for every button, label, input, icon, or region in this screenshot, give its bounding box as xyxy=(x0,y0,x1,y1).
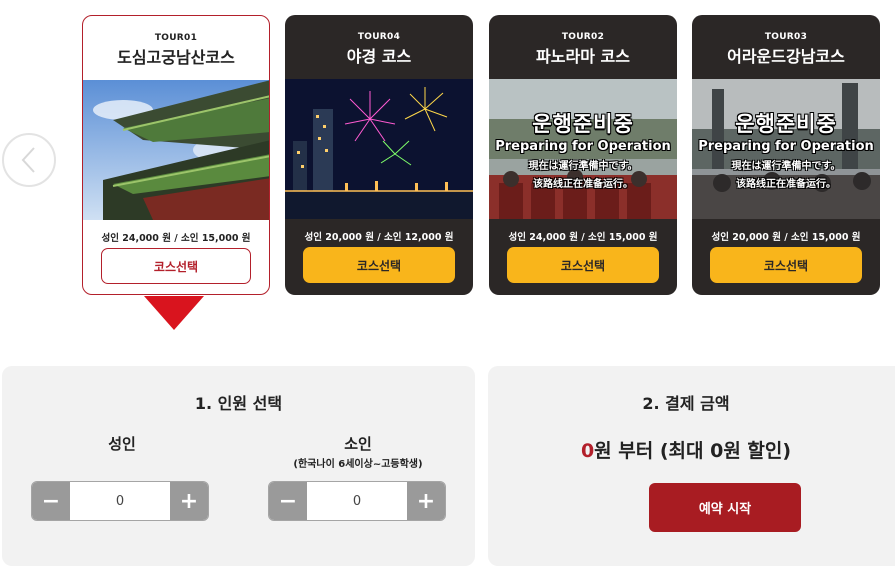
course-price: 성인 24,000 원 / 소인 15,000 원 xyxy=(101,233,251,244)
payment-amount-suffix: 원 부터 (최대 0원 할인) xyxy=(594,440,792,462)
child-minus-button[interactable]: − xyxy=(269,482,307,520)
overlay-chinese: 该路线正在准备运行。 xyxy=(736,179,836,190)
chevron-left-icon xyxy=(21,147,35,173)
payment-panel-title: 2. 결제 금액 xyxy=(642,394,730,413)
course-card-tour02[interactable]: TOUR02 파노라마 코스 운행준비중 Preparing for Opera… xyxy=(489,15,677,295)
course-code: TOUR03 xyxy=(764,32,808,42)
course-card-tour01[interactable]: TOUR01 도심고궁남산코스 성인 24,000 원 / 소인 15,000 … xyxy=(82,15,270,295)
payment-panel: 2. 결제 금액 0원 부터 (최대 0원 할인) 예약 시작 xyxy=(488,366,895,566)
adult-label: 성인 xyxy=(108,435,136,453)
carousel-prev-button[interactable] xyxy=(2,133,56,187)
overlay-japanese: 現在は運行準備中です。 xyxy=(731,161,841,172)
overlay-korean: 운행준비중 xyxy=(532,112,634,136)
course-price: 성인 20,000 원 / 소인 12,000 원 xyxy=(304,232,454,243)
course-select-button[interactable]: 코스선택 xyxy=(101,248,251,284)
preparing-overlay: 운행준비중 Preparing for Operation 現在は運行準備中です… xyxy=(692,79,880,219)
preparing-overlay: 운행준비중 Preparing for Operation 現在は運行準備中です… xyxy=(489,79,677,219)
child-quantity-stepper: − + xyxy=(268,481,446,521)
course-card-tour03[interactable]: TOUR03 어라운드강남코스 운행준비중 Preparing for Oper… xyxy=(692,15,880,295)
child-count-input[interactable] xyxy=(307,482,407,520)
selected-course-pointer-icon xyxy=(144,296,204,330)
people-selection-panel: 1. 인원 선택 성인 − + 소인 (한국나이 6세이상~고등학생) − + xyxy=(2,366,475,566)
course-image-night xyxy=(285,79,473,219)
course-image-panorama: 운행준비중 Preparing for Operation 現在は運行準備中です… xyxy=(489,79,677,219)
course-title: 야경 코스 xyxy=(346,47,412,66)
course-title: 어라운드강남코스 xyxy=(727,47,845,66)
course-code: TOUR02 xyxy=(561,32,605,42)
course-select-button[interactable]: 코스선택 xyxy=(303,247,455,283)
course-code: TOUR01 xyxy=(154,33,198,43)
start-booking-button[interactable]: 예약 시작 xyxy=(649,483,801,532)
course-image-palace xyxy=(83,80,269,220)
course-price: 성인 24,000 원 / 소인 15,000 원 xyxy=(508,232,658,243)
payment-amount-text: 0원 부터 (최대 0원 할인) xyxy=(476,436,895,463)
child-plus-button[interactable]: + xyxy=(407,482,445,520)
overlay-korean: 운행준비중 xyxy=(735,112,837,136)
course-price: 성인 20,000 원 / 소인 15,000 원 xyxy=(711,232,861,243)
course-image-gangnam: 운행준비중 Preparing for Operation 現在は運行準備中です… xyxy=(692,79,880,219)
overlay-english: Preparing for Operation xyxy=(495,139,671,154)
child-label: 소인 xyxy=(344,435,372,453)
course-select-button[interactable]: 코스선택 xyxy=(507,247,659,283)
adult-quantity-stepper: − + xyxy=(31,481,209,521)
child-age-note: (한국나이 6세이상~고등학생) xyxy=(293,459,423,470)
overlay-japanese: 現在は運行準備中です。 xyxy=(528,161,638,172)
course-select-button[interactable]: 코스선택 xyxy=(710,247,862,283)
payment-amount-value: 0 xyxy=(580,440,595,462)
course-title: 파노라마 코스 xyxy=(536,47,630,66)
adult-minus-button[interactable]: − xyxy=(32,482,70,520)
overlay-chinese: 该路线正在准备运行。 xyxy=(533,179,633,190)
course-title: 도심고궁남산코스 xyxy=(117,48,235,67)
adult-count-input[interactable] xyxy=(70,482,170,520)
course-card-tour04[interactable]: TOUR04 야경 코스 성인 20,000 원 / 소인 12,000 원 코… xyxy=(285,15,473,295)
overlay-english: Preparing for Operation xyxy=(698,139,874,154)
people-panel-title: 1. 인원 선택 xyxy=(194,394,283,413)
adult-plus-button[interactable]: + xyxy=(170,482,208,520)
course-code: TOUR04 xyxy=(357,32,401,42)
